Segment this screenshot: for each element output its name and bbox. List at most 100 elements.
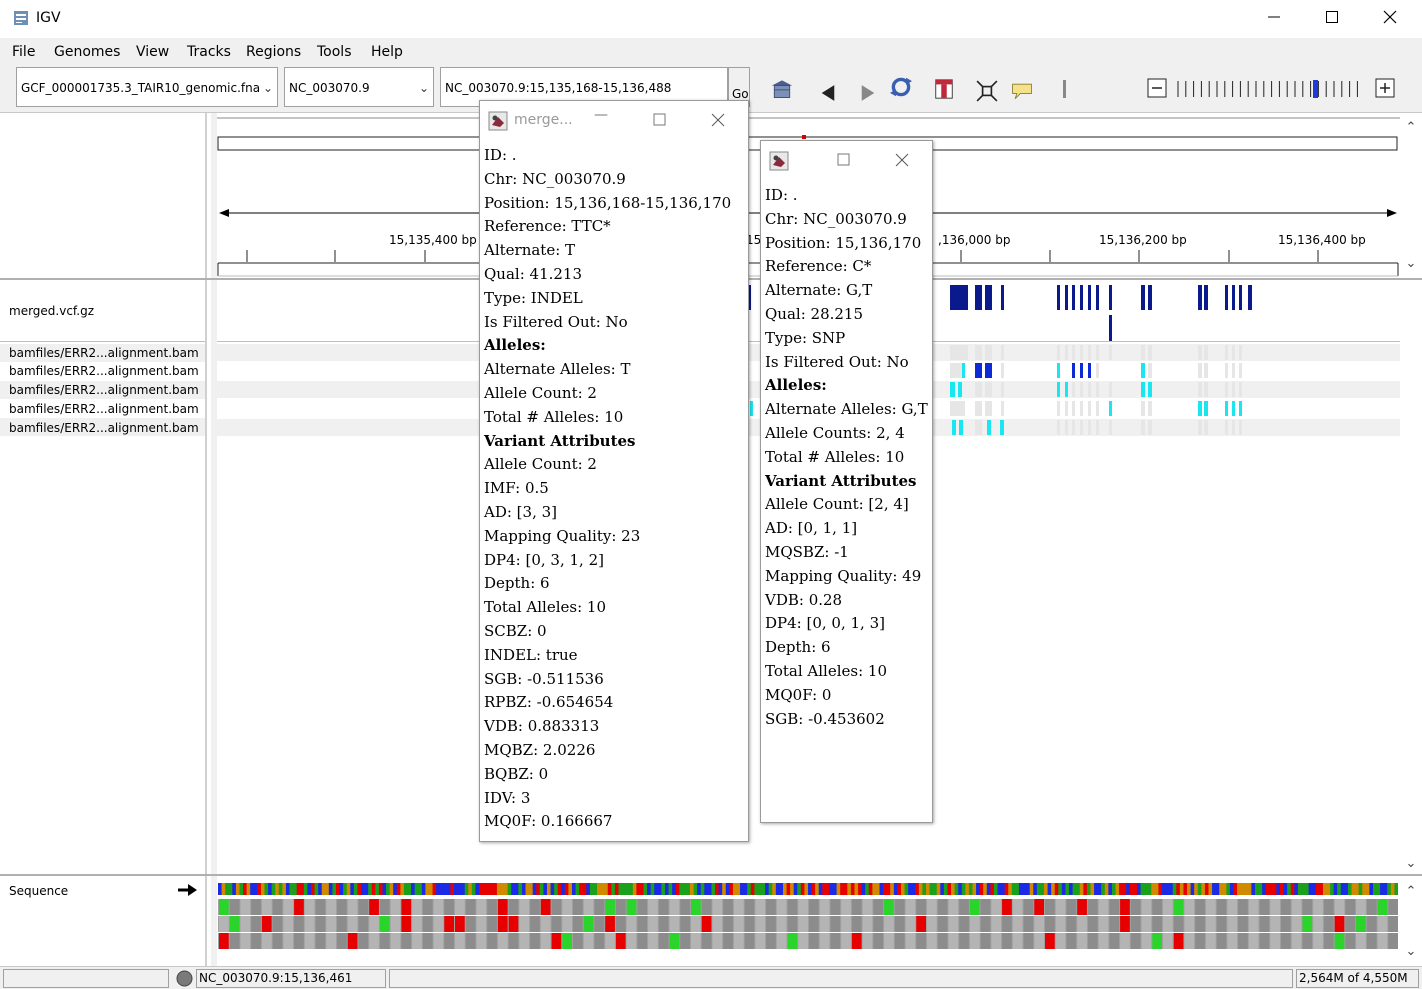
genotype-call[interactable]	[975, 420, 982, 435]
variant-site[interactable]	[1080, 285, 1083, 310]
genotype-call[interactable]	[1072, 345, 1075, 360]
refresh-icon[interactable]	[889, 76, 913, 98]
genotype-call[interactable]	[958, 382, 962, 397]
genotype-call[interactable]	[1148, 401, 1152, 416]
genotype-call[interactable]	[1065, 420, 1068, 435]
genotype-call[interactable]	[1198, 363, 1202, 378]
genotype-call[interactable]	[1096, 401, 1099, 416]
menu-tools[interactable]: Tools	[317, 44, 352, 60]
genotype-call[interactable]	[950, 345, 968, 360]
genotype-call[interactable]	[950, 401, 962, 416]
close-icon[interactable]	[711, 113, 725, 127]
maximize-icon[interactable]	[837, 153, 850, 166]
genotype-call[interactable]	[1096, 382, 1099, 397]
genotype-call[interactable]	[985, 401, 992, 416]
genotype-call[interactable]	[1080, 363, 1083, 378]
scroll-down-icon[interactable]: ⌄	[1403, 856, 1419, 871]
genotype-call[interactable]	[1088, 382, 1091, 397]
genotype-call[interactable]	[1088, 420, 1091, 435]
region-navigator-icon[interactable]	[932, 78, 956, 100]
genotype-call[interactable]	[1198, 420, 1202, 435]
genotype-call[interactable]	[1088, 345, 1091, 360]
genome-dropdown[interactable]: GCF_000001735.3_TAIR10_genomic.fna ⌄	[16, 67, 278, 107]
variant-site[interactable]	[1072, 285, 1075, 310]
genotype-call[interactable]	[1239, 363, 1242, 378]
genotype-call[interactable]	[950, 382, 955, 397]
sample-track-name[interactable]: bamfiles/ERR2...alignment.bam	[9, 346, 199, 360]
variant-site[interactable]	[950, 285, 968, 310]
genotype-call[interactable]	[1198, 401, 1202, 416]
genotype-call[interactable]	[1225, 420, 1228, 435]
variant-site[interactable]	[1057, 285, 1060, 310]
genotype-call[interactable]	[1141, 363, 1145, 378]
genotype-call[interactable]	[1204, 401, 1208, 416]
genotype-call[interactable]	[985, 382, 992, 397]
genotype-call[interactable]	[1141, 401, 1145, 416]
variant-site[interactable]	[975, 285, 982, 310]
chromosome-dropdown[interactable]: NC_003070.9 ⌄	[284, 67, 434, 107]
variant-site[interactable]	[1225, 285, 1228, 310]
genotype-call[interactable]	[1057, 401, 1060, 416]
genotype-call[interactable]	[1072, 420, 1075, 435]
genotype-call[interactable]	[1080, 420, 1083, 435]
genotype-call[interactable]	[1096, 420, 1099, 435]
genotype-call[interactable]	[1239, 401, 1242, 416]
genotype-call[interactable]	[962, 363, 965, 378]
variant-site[interactable]	[1109, 315, 1112, 341]
genotype-call[interactable]	[1057, 363, 1060, 378]
genotype-call[interactable]	[1109, 382, 1112, 397]
genotype-call[interactable]	[1204, 420, 1208, 435]
popup-behavior-icon[interactable]	[1010, 80, 1034, 102]
genotype-call[interactable]	[1096, 363, 1099, 378]
genotype-call[interactable]	[1239, 345, 1242, 360]
variant-site[interactable]	[1109, 285, 1112, 310]
genotype-call[interactable]	[1148, 363, 1152, 378]
vcf-track-name[interactable]: merged.vcf.gz	[9, 304, 94, 318]
genotype-call[interactable]	[1232, 382, 1235, 397]
variant-popup-snp[interactable]: ID: . Chr: NC_003070.9 Position: 15,136,17…	[760, 140, 933, 823]
genotype-call[interactable]	[1239, 382, 1242, 397]
genotype-call[interactable]	[1232, 363, 1235, 378]
menu-genomes[interactable]: Genomes	[54, 44, 120, 60]
genotype-call[interactable]	[1057, 382, 1060, 397]
sample-track-name[interactable]: bamfiles/ERR2...alignment.bam	[9, 364, 199, 378]
genotype-call[interactable]	[1001, 345, 1004, 360]
genotype-call[interactable]	[975, 345, 982, 360]
genotype-call[interactable]	[1225, 401, 1228, 416]
genotype-call[interactable]	[1072, 382, 1075, 397]
genotype-call[interactable]	[1232, 345, 1235, 360]
genotype-call[interactable]	[1065, 382, 1068, 397]
sample-track-name[interactable]: bamfiles/ERR2...alignment.bam	[9, 402, 199, 416]
scroll-up-icon[interactable]: ⌃	[1403, 120, 1419, 135]
fit-to-window-icon[interactable]	[975, 80, 999, 102]
genotype-call[interactable]	[1072, 363, 1075, 378]
genotype-call[interactable]	[1109, 401, 1112, 416]
variant-site[interactable]	[1148, 285, 1152, 310]
genotype-call[interactable]	[1225, 345, 1228, 360]
genotype-call[interactable]	[1057, 420, 1060, 435]
variant-site[interactable]	[1141, 285, 1145, 310]
genotype-call[interactable]	[975, 401, 982, 416]
genotype-call[interactable]	[1141, 420, 1145, 435]
variant-site[interactable]	[1065, 285, 1068, 310]
genotype-call[interactable]	[1225, 363, 1228, 378]
scroll-down-icon[interactable]: ⌄	[1403, 256, 1419, 271]
genotype-call[interactable]	[1232, 420, 1235, 435]
close-icon[interactable]	[895, 153, 909, 167]
genotype-call[interactable]	[1141, 345, 1145, 360]
zoom-slider[interactable]	[1172, 78, 1370, 100]
forward-icon[interactable]	[856, 82, 880, 104]
genotype-call[interactable]	[1232, 401, 1235, 416]
genotype-call[interactable]	[987, 420, 991, 435]
zoom-slider-thumb[interactable]	[1313, 80, 1318, 98]
genotype-call[interactable]	[1065, 345, 1068, 360]
genotype-call[interactable]	[1001, 382, 1004, 397]
genotype-call[interactable]	[1198, 382, 1202, 397]
variant-site[interactable]	[1001, 285, 1004, 310]
genotype-call[interactable]	[959, 420, 963, 435]
genotype-call[interactable]	[1080, 345, 1083, 360]
variant-site[interactable]	[1248, 285, 1252, 310]
genotype-call[interactable]	[1088, 363, 1091, 378]
menu-regions[interactable]: Regions	[246, 44, 301, 60]
genotype-call[interactable]	[985, 345, 992, 360]
